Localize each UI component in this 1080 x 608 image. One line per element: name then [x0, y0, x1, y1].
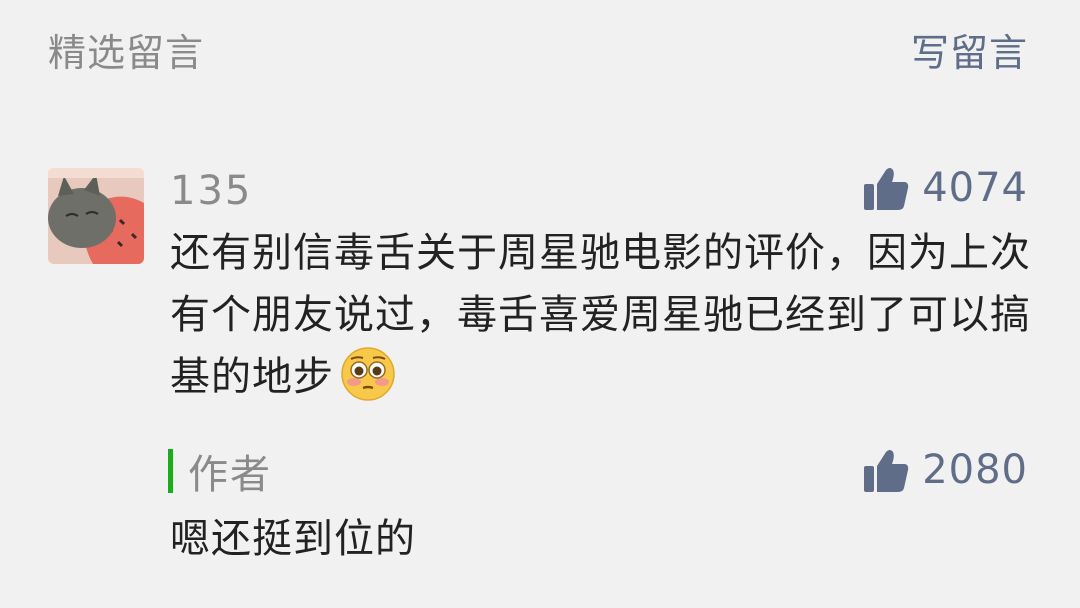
section-title: 精选留言 [48, 31, 205, 75]
author-reply-label: 作者 [188, 452, 272, 498]
comment-text: 还有别信毒舌关于周星驰电影的评价，因为上次有个朋友说过，毒舌喜爱周星驰已经到了可… [170, 222, 1040, 408]
write-comment-button[interactable]: 写留言 [911, 22, 1028, 77]
cat-avatar-icon [48, 168, 144, 264]
reply-like-button[interactable]: 2080 [862, 446, 1028, 494]
comment-like-button[interactable]: 4074 [862, 164, 1028, 212]
thumbs-up-icon [864, 450, 909, 492]
author-reply-accent-bar [168, 449, 173, 493]
reply-like-count: 2080 [922, 447, 1028, 493]
comment-text-content: 还有别信毒舌关于周星驰电影的评价，因为上次有个朋友说过，毒舌喜爱周星驰已经到了可… [170, 230, 1031, 400]
avatar[interactable] [48, 168, 144, 264]
flushed-face-emoji-icon [341, 347, 395, 401]
author-reply-text: 嗯还挺到位的 [170, 516, 416, 562]
thumbs-up-icon [864, 168, 909, 210]
comment-like-count: 4074 [922, 165, 1028, 211]
comment-nickname: 135 [170, 168, 253, 214]
